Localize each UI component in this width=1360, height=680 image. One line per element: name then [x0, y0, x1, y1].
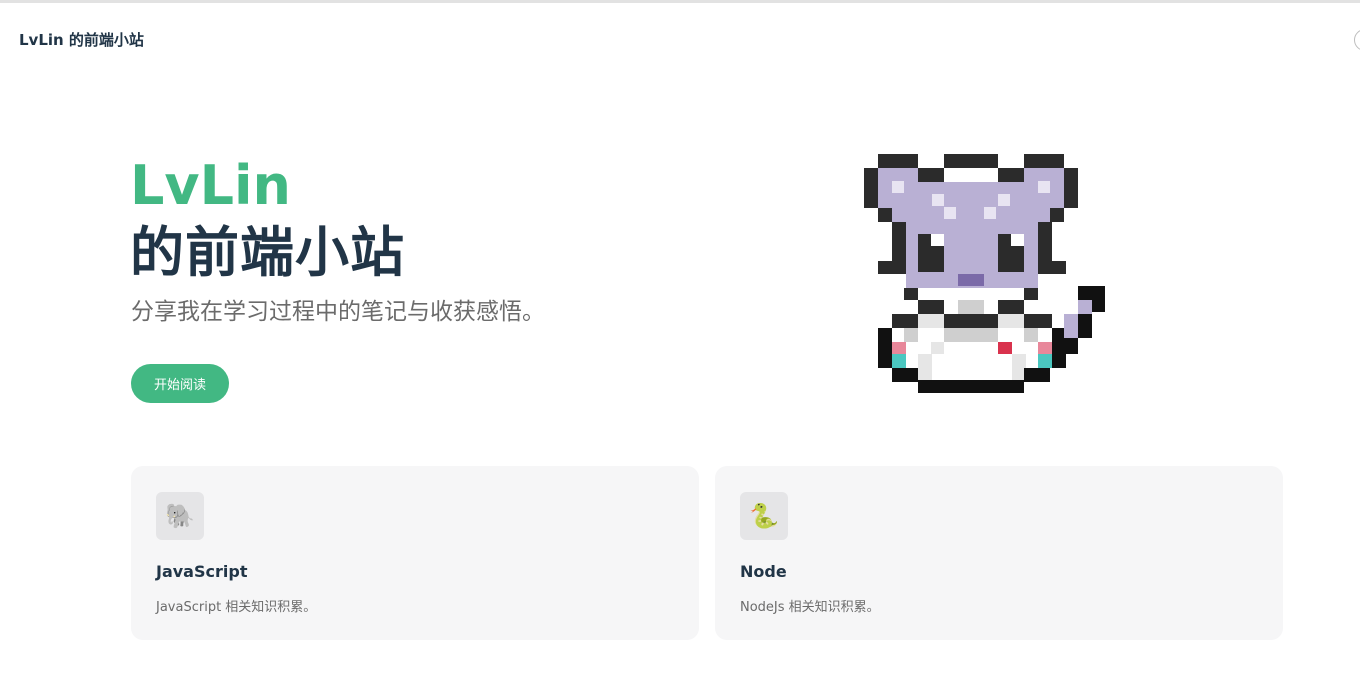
hero-tagline: 分享我在学习过程中的笔记与收获感悟。 — [131, 299, 545, 325]
feature-title: JavaScript — [156, 562, 248, 581]
site-title[interactable]: LvLin 的前端小站 — [19, 29, 144, 50]
feature-details: JavaScript 相关知识积累。 — [156, 600, 317, 615]
navbar: LvLin 的前端小站 — [0, 3, 1360, 75]
feature-card-javascript[interactable]: 🐘 JavaScript JavaScript 相关知识积累。 — [131, 466, 699, 640]
feature-details: NodeJs 相关知识积累。 — [740, 600, 880, 615]
start-reading-button[interactable]: 开始阅读 — [131, 364, 229, 403]
appearance-toggle[interactable] — [1354, 29, 1360, 51]
feature-title: Node — [740, 562, 787, 581]
hero-name: LvLin — [130, 154, 291, 217]
hero-text: 的前端小站 — [130, 221, 405, 284]
elephant-icon: 🐘 — [156, 492, 204, 540]
feature-card-node[interactable]: 🐍 Node NodeJs 相关知识积累。 — [715, 466, 1283, 640]
pixel-cat-icon — [864, 152, 1107, 395]
snake-icon: 🐍 — [740, 492, 788, 540]
